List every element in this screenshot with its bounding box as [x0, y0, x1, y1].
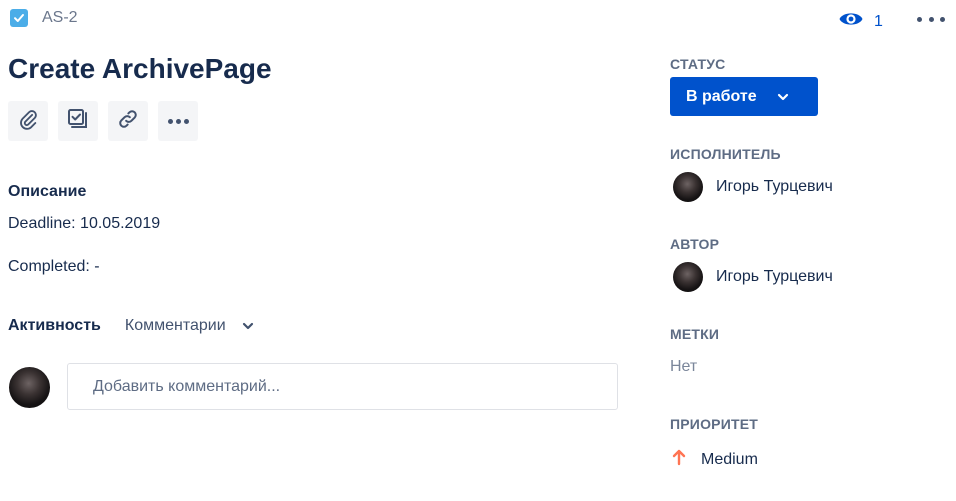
avatar	[673, 172, 703, 202]
add-subtask-button[interactable]	[58, 101, 98, 141]
link-issue-button[interactable]	[108, 101, 148, 141]
description-line[interactable]: Completed: -	[8, 258, 100, 276]
more-icon-dot	[175, 118, 181, 124]
issue-toolbar	[8, 101, 198, 141]
more-icon-dot	[940, 16, 945, 22]
reporter-name: Игорь Турцевич	[716, 268, 833, 285]
more-icon-dot	[183, 118, 189, 124]
assignee-label: ИСПОЛНИТЕЛЬ	[670, 146, 781, 162]
issue-key-link[interactable]: AS-2	[42, 9, 78, 27]
priority-value: Medium	[701, 450, 758, 468]
checkbox-icon	[10, 9, 28, 27]
activity-heading: Активность	[8, 317, 101, 334]
labels-label: МЕТКИ	[670, 326, 720, 342]
reporter-field[interactable]: Игорь Турцевич	[673, 262, 833, 292]
attach-button[interactable]	[8, 101, 48, 141]
chevron-down-icon	[757, 88, 789, 106]
description-heading: Описание	[8, 183, 87, 200]
link-icon	[117, 108, 139, 135]
assignee-field[interactable]: Игорь Турцевич	[673, 172, 833, 202]
current-user-avatar	[9, 367, 50, 408]
status-value: В работе	[686, 87, 757, 105]
more-icon-dot	[167, 118, 173, 124]
more-icon-dot	[928, 16, 934, 22]
assignee-name: Игорь Турцевич	[716, 178, 833, 195]
status-label: СТАТУС	[670, 56, 726, 72]
reporter-label: АВТОР	[670, 236, 720, 252]
priority-label: ПРИОРИТЕТ	[670, 416, 758, 432]
avatar	[673, 262, 703, 292]
activity-filter-value: Комментарии	[124, 317, 226, 334]
watch-button[interactable]: 1	[838, 8, 883, 35]
activity-section: Активность Комментарии	[8, 317, 254, 335]
issue-breadcrumb: AS-2	[10, 9, 78, 27]
more-icon	[917, 16, 922, 22]
more-options-button[interactable]	[917, 12, 945, 26]
chevron-down-icon	[226, 317, 254, 335]
eye-icon	[838, 8, 864, 35]
description-line[interactable]: Deadline: 10.05.2019	[8, 215, 160, 233]
priority-field[interactable]: Medium	[671, 448, 758, 471]
add-comment-input[interactable]	[67, 363, 618, 410]
paperclip-icon	[17, 108, 39, 135]
watchers-count: 1	[874, 12, 883, 30]
subtask-icon	[66, 108, 90, 135]
activity-filter-dropdown[interactable]: Комментарии	[125, 317, 254, 335]
more-icon	[167, 118, 189, 124]
labels-value[interactable]: Нет	[670, 358, 697, 376]
more-actions-button[interactable]	[158, 101, 198, 141]
issue-title[interactable]: Create ArchivePage	[8, 53, 272, 85]
arrow-up-icon	[671, 448, 687, 471]
status-dropdown-button[interactable]: В работе	[670, 77, 818, 116]
